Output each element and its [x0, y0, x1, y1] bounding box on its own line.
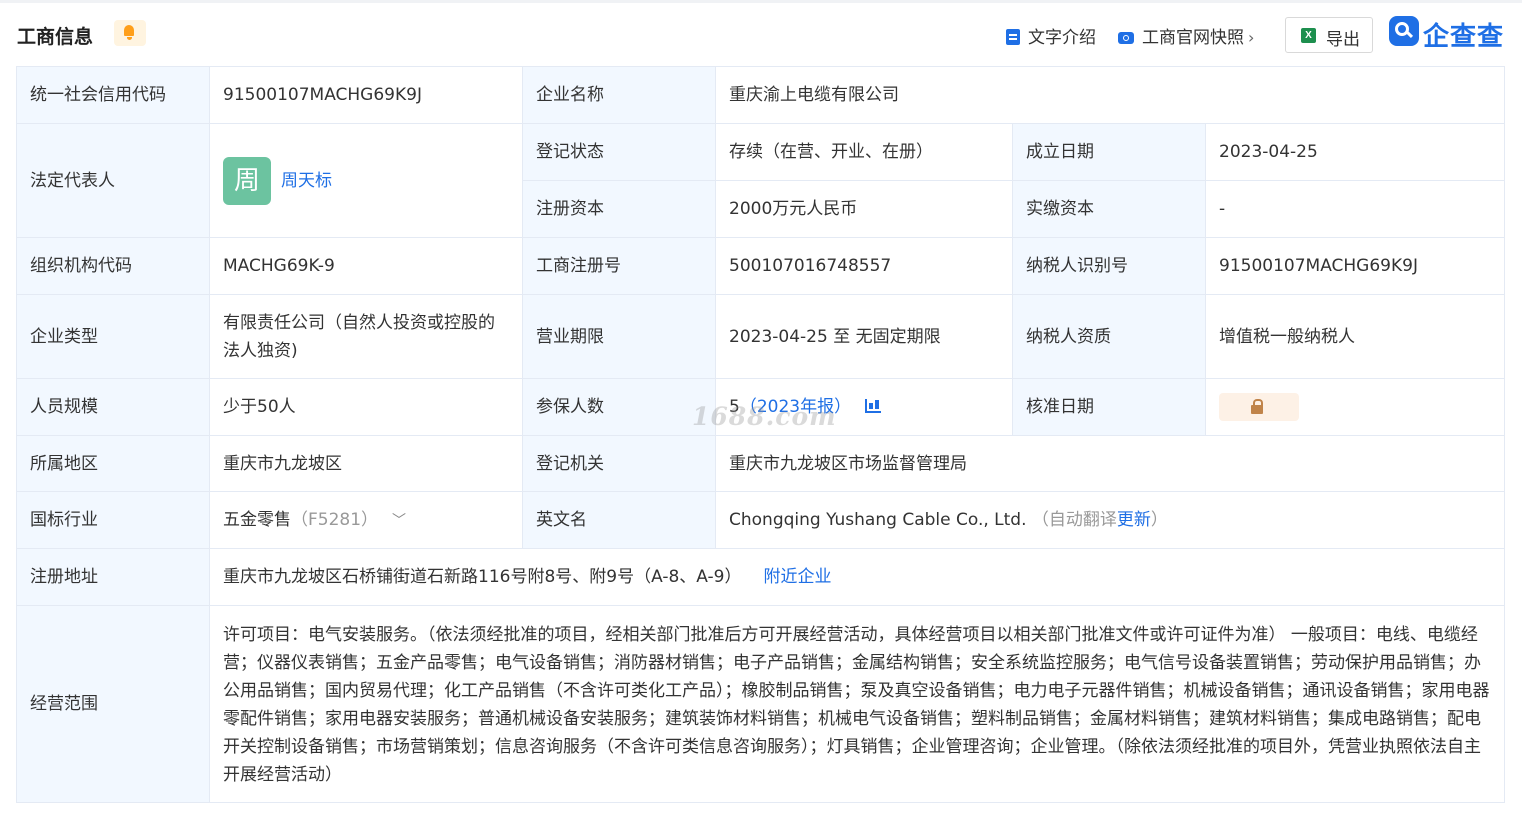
biz-reg-no-value: 500107016748557: [715, 237, 1013, 295]
table-row: 企业类型 有限责任公司（自然人投资或控股的法人独资) 营业期限 2023-04-…: [16, 294, 1506, 379]
approval-date-label: 核准日期: [1012, 378, 1206, 436]
table-row: 统一社会信用代码 91500107MACHG69K9J 企业名称 重庆渝上电缆有…: [16, 66, 1506, 124]
insured-cell: 5（2023年报）: [715, 378, 1013, 436]
document-icon: [1006, 29, 1020, 45]
table-row: 所属地区 重庆市九龙坡区 登记机关 重庆市九龙坡区市场监督管理局: [16, 435, 1506, 492]
region-label: 所属地区: [16, 435, 210, 492]
paid-capital-label: 实缴资本: [1012, 180, 1206, 238]
text-intro-link[interactable]: 文字介绍: [1006, 23, 1096, 48]
company-type-label: 企业类型: [16, 294, 210, 379]
english-name-cell: Chongqing Yushang Cable Co., Ltd. （自动翻译更…: [714, 491, 1506, 549]
founded-label: 成立日期: [1012, 123, 1206, 181]
legal-rep-avatar: 周: [223, 156, 271, 205]
address-label: 注册地址: [16, 548, 210, 606]
biz-reg-no-label: 工商注册号: [522, 237, 716, 295]
update-translation-link[interactable]: 更新: [1117, 510, 1151, 530]
annual-report-link[interactable]: （2023年报）: [740, 397, 851, 417]
reg-status-label: 登记状态: [522, 123, 716, 181]
top-divider: [0, 0, 1522, 3]
legal-rep-cell: 周周天标: [209, 123, 523, 238]
credit-code-value: 91500107MACHG69K9J: [209, 66, 523, 124]
english-name-label: 英文名: [522, 491, 716, 549]
address-cell: 重庆市九龙坡区石桥铺街道石新路116号附8号、附9号（A-8、A-9） 附近企业: [208, 548, 1506, 606]
biz-term-value: 2023-04-25 至 无固定期限: [715, 294, 1013, 379]
legal-rep-name-link[interactable]: 周天标: [281, 171, 332, 191]
trend-chart-icon[interactable]: [865, 399, 882, 413]
legal-rep-label: 法定代表人: [16, 123, 210, 238]
export-button[interactable]: X 导出: [1285, 17, 1373, 53]
english-name-value: Chongqing Yushang Cable Co., Ltd.: [729, 510, 1027, 530]
region-value: 重庆市九龙坡区: [209, 435, 523, 492]
nearby-companies-link[interactable]: 附近企业: [764, 567, 832, 587]
industry-value: 五金零售: [223, 509, 291, 530]
taxpayer-id-value: 91500107MACHG69K9J: [1204, 237, 1506, 295]
credit-code-label: 统一社会信用代码: [16, 66, 210, 124]
insured-label: 参保人数: [522, 378, 716, 436]
org-code-value: MACHG69K-9: [209, 237, 523, 295]
business-info-table: 统一社会信用代码 91500107MACHG69K9J 企业名称 重庆渝上电缆有…: [16, 66, 1506, 803]
chevron-down-icon[interactable]: ﹀: [392, 507, 406, 535]
qichacha-logo-icon: [1389, 16, 1419, 46]
table-row: 注册地址 重庆市九龙坡区石桥铺街道石新路116号附8号、附9号（A-8、A-9）…: [16, 548, 1506, 606]
text-intro-label: 文字介绍: [1028, 28, 1096, 48]
taxpayer-qual-label: 纳税人资质: [1012, 294, 1206, 379]
company-name-label: 企业名称: [522, 66, 716, 124]
taxpayer-qual-value: 增值税一般纳税人: [1204, 294, 1506, 379]
taxpayer-id-label: 纳税人识别号: [1012, 237, 1206, 295]
section-header: 工商信息 文字介绍 工商官网快照 › X 导出 企查查: [0, 10, 1522, 62]
founded-value: 2023-04-25: [1204, 123, 1506, 181]
table-row: 经营范围 许可项目：电气安装服务。（依法须经批准的项目，经相关部门批准后方可开展…: [16, 605, 1506, 803]
reg-capital-value: 2000万元人民币: [715, 180, 1013, 238]
reg-authority-value: 重庆市九龙坡区市场监督管理局: [714, 435, 1506, 492]
staff-size-value: 少于50人: [209, 378, 523, 436]
official-snapshot-link[interactable]: 工商官网快照 ›: [1118, 23, 1254, 48]
vip-locked-button[interactable]: [1219, 393, 1299, 421]
auto-translate-suffix: ）: [1150, 510, 1168, 530]
industry-cell[interactable]: 五金零售（F5281） ﹀: [209, 491, 523, 549]
bell-icon: [124, 25, 134, 36]
org-code-label: 组织机构代码: [16, 237, 210, 295]
reg-status-value: 存续（在营、开业、在册）: [715, 123, 1013, 181]
paid-capital-value: -: [1204, 180, 1506, 238]
official-snapshot-label: 工商官网快照: [1142, 28, 1244, 48]
scope-value: 许可项目：电气安装服务。（依法须经批准的项目，经相关部门批准后方可开展经营活动，…: [208, 605, 1506, 803]
bell-clapper: [127, 37, 132, 40]
approval-date-cell: [1204, 378, 1506, 436]
brand-name: 企查查: [1423, 22, 1505, 52]
reg-authority-label: 登记机关: [522, 435, 716, 492]
auto-translate-prefix: （自动翻译: [1031, 510, 1117, 530]
monitor-bell-button[interactable]: [114, 20, 146, 46]
table-row: 组织机构代码 MACHG69K-9 工商注册号 500107016748557 …: [16, 237, 1506, 295]
chevron-right-icon: ›: [1248, 28, 1255, 47]
table-row: 国标行业 五金零售（F5281） ﹀ 英文名 Chongqing Yushang …: [16, 491, 1506, 549]
industry-code: （F5281）: [291, 509, 379, 530]
address-value: 重庆市九龙坡区石桥铺街道石新路116号附8号、附9号（A-8、A-9）: [223, 567, 742, 587]
staff-size-label: 人员规模: [16, 378, 210, 436]
table-row: 法定代表人 周周天标 登记状态 存续（在营、开业、在册） 成立日期 2023-0…: [16, 123, 1506, 238]
scope-label: 经营范围: [16, 605, 210, 803]
company-type-value: 有限责任公司（自然人投资或控股的法人独资): [209, 294, 523, 379]
camera-icon: [1118, 32, 1134, 44]
insured-value: 5: [729, 397, 740, 417]
reg-capital-label: 注册资本: [522, 180, 716, 238]
export-label: 导出: [1326, 30, 1360, 50]
industry-label: 国标行业: [16, 491, 210, 549]
biz-term-label: 营业期限: [522, 294, 716, 379]
table-row: 人员规模 少于50人 参保人数 5（2023年报） 核准日期: [16, 378, 1506, 436]
excel-icon: X: [1301, 28, 1316, 43]
company-name-value: 重庆渝上电缆有限公司: [714, 66, 1506, 124]
section-title: 工商信息: [17, 26, 94, 48]
lock-icon: [1251, 399, 1263, 414]
